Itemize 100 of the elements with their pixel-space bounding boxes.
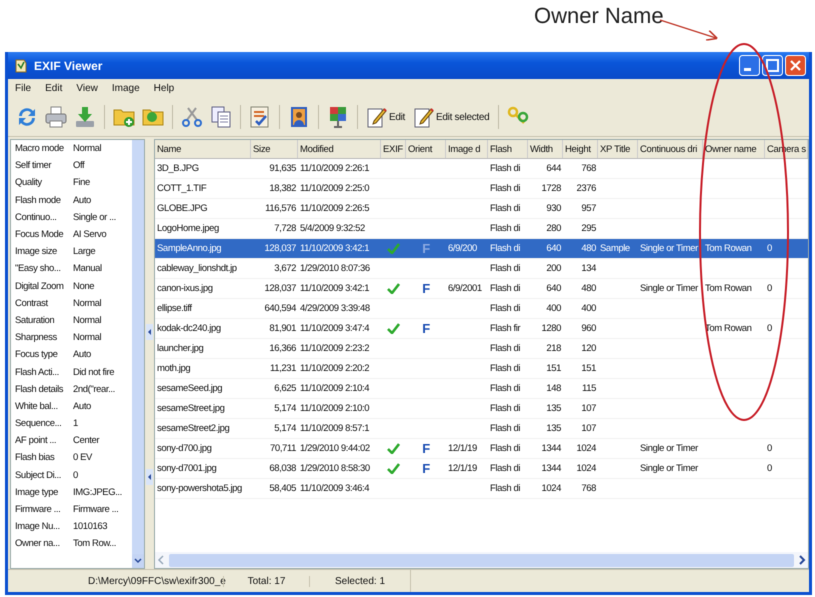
property-value: Auto: [73, 400, 92, 412]
table-cell-text: 1024: [575, 462, 598, 476]
table-cell-text: Flash di: [489, 422, 522, 436]
table-cell-text: 0: [766, 322, 773, 336]
property-value: Off: [73, 160, 86, 172]
table-cell-text: 1344: [540, 442, 562, 456]
column-header[interactable]: Flash: [488, 140, 528, 158]
table-cell-text: 11/10/2009 2:23:2: [299, 342, 370, 356]
table-cell-text: Flash di: [489, 482, 522, 496]
table-cell-text: 58,405: [268, 482, 297, 496]
table-cell-text: 128,037: [263, 282, 297, 296]
table-cell-text: 107: [580, 402, 597, 416]
column-header[interactable]: Orient: [406, 140, 446, 158]
table-cell-text: 70,711: [269, 442, 297, 456]
column-header[interactable]: EXIF: [381, 140, 406, 158]
table-cell-text: sony-powershota5.jpg: [156, 482, 243, 496]
scrollbar[interactable]: [132, 140, 144, 568]
table-row[interactable]: COTT_1.TIF 18,382 11/10/2009 2:25:0 Flash di 1728 2376: [155, 179, 808, 199]
table-cell-text: 11/10/2009 2:10:4: [299, 382, 370, 396]
property-value: Normal: [73, 314, 102, 326]
table-cell-text: 480: [580, 242, 597, 256]
column-header[interactable]: Width: [528, 140, 563, 158]
edit-button[interactable]: Edit selected: [412, 106, 492, 128]
copy-icon[interactable]: [209, 105, 233, 129]
table-cell-text: 1/29/2010 9:44:02: [299, 442, 371, 456]
property-name: Continuo...: [14, 212, 58, 223]
table-row[interactable]: sesameStreet.jpg 5,174 11/10/2009 2:10:0 Flash di 135 107: [155, 399, 808, 419]
printer-icon[interactable]: [44, 105, 68, 129]
table-row[interactable]: cableway_lionshdt.jp 3,672 1/29/2010 8:07:36 Flash di 200 134: [155, 259, 808, 279]
property-value: Single or ...: [73, 212, 117, 223]
table-cell-text: 768: [580, 162, 597, 176]
table-cell-text: 957: [580, 202, 597, 216]
table-row[interactable]: GLOBE.JPG 116,576 11/10/2009 2:26:5 Flash di 930 957: [155, 199, 808, 219]
column-header[interactable]: Name: [155, 140, 251, 158]
menu-item[interactable]: Edit: [45, 83, 62, 94]
property-name: Flash details: [14, 384, 64, 395]
table-cell-text: 480: [580, 282, 597, 296]
table-cell-text: Single or Timer: [639, 442, 700, 456]
table-row[interactable]: launcher.jpg 16,366 11/10/2009 2:23:2 Flash di 218 120: [155, 339, 808, 359]
app-icon: [14, 58, 28, 72]
property-name: Contrast: [14, 298, 49, 309]
table-row[interactable]: moth.jpg 11,231 11/10/2009 2:20:2 Flash di 151 151: [155, 359, 808, 379]
table-cell-text: cableway_lionshdt.jp: [156, 262, 238, 276]
collapse-left-icon[interactable]: [146, 324, 153, 340]
scrollbar-thumb[interactable]: [169, 554, 794, 566]
table-row[interactable]: ellipse.tiff 640,594 4/29/2009 3:39:48 Flash di 400 400: [155, 299, 808, 319]
table-cell-text: 768: [580, 482, 597, 496]
window-title: EXIF Viewer: [34, 58, 102, 72]
column-header[interactable]: Owner name: [703, 140, 765, 158]
column-header[interactable]: Modified: [298, 140, 381, 158]
table-row[interactable]: sesameStreet2.jpg 5,174 11/10/2009 8:57:1 Flash di 135 107: [155, 419, 808, 439]
table-row[interactable]: sesameSeed.jpg 6,625 11/10/2009 2:10:4 Flash di 148 115: [155, 379, 808, 399]
column-header[interactable]: Height: [563, 140, 598, 158]
property-name: Sharpness: [14, 332, 58, 344]
property-value: 0: [73, 470, 79, 481]
table-cell-text: 2376: [575, 182, 597, 196]
table-cell-text: kodak-dc240.jpg: [156, 322, 222, 336]
property-name: Saturation: [14, 314, 56, 326]
property-value: AI Servo: [73, 229, 108, 240]
table-cell-text: 11/10/2009 3:42:1: [299, 242, 370, 256]
menu-item[interactable]: Help: [154, 83, 174, 94]
property-name: Owner na...: [14, 538, 61, 550]
table-cell-text: F: [421, 440, 431, 458]
table-row[interactable]: 3D_B.JPG 91,635 11/10/2009 2:26:1 Flash di 644 768: [155, 159, 808, 179]
menu-item[interactable]: File: [15, 83, 32, 94]
column-header[interactable]: XP Title: [598, 140, 638, 158]
table-row[interactable]: SampleAnno.jpg 128,037 11/10/2009 3:42:1 F 6/9/200 Flash di 640 480 Sample Single or Timer Tom Rowan 0: [155, 239, 808, 259]
maximize-icon[interactable]: [762, 55, 783, 76]
close-icon[interactable]: [785, 55, 806, 76]
table-cell-text: 6/9/200: [447, 242, 478, 256]
column-header[interactable]: Continuous dri: [638, 140, 703, 158]
table-cell-text: 128,037: [263, 242, 297, 256]
column-header[interactable]: Image d: [446, 140, 488, 158]
table-cell-text: Sample: [599, 242, 631, 256]
property-value: Center: [73, 435, 100, 446]
menu-item[interactable]: View: [76, 83, 98, 94]
scissors-icon[interactable]: [180, 105, 204, 129]
table-cell-text: Flash di: [489, 462, 522, 476]
annotation-label: Owner Name: [534, 3, 664, 29]
table-cell-text: 107: [580, 422, 597, 436]
menu-item[interactable]: Image: [112, 83, 140, 94]
minimize-icon[interactable]: [739, 55, 760, 76]
edit-button[interactable]: Edit: [365, 106, 408, 128]
collapse-left-icon[interactable]: [146, 468, 153, 484]
property-value: 1: [73, 418, 79, 430]
table-row[interactable]: sony-d7001.jpg 68,038 1/29/2010 8:58:30 F 12/1/19 Flash di 1344 1024 Single or Timer 0: [155, 459, 808, 479]
table-cell-text: 11/10/2009 8:57:1: [299, 422, 370, 436]
property-name: Image size: [14, 246, 58, 258]
download-icon[interactable]: [73, 105, 97, 129]
table-row[interactable]: canon-ixus.jpg 128,037 11/10/2009 3:42:1 F 6/9/2001 Flash di 640 480 Single or Timer Tom Rowan 0: [155, 279, 808, 299]
table-row[interactable]: sony-d700.jpg 70,711 1/29/2010 9:44:02 F 12/1/19 Flash di 1344 1024 Single or Timer 0: [155, 439, 808, 459]
property-value: Firmware ...: [73, 504, 120, 516]
table-cell-text: Tom Rowan: [704, 282, 753, 296]
column-header[interactable]: Size: [251, 140, 298, 158]
table-row[interactable]: sony-powershota5.jpg 58,405 11/10/2009 3:46:4 Flash di 1024 768: [155, 479, 808, 499]
horizontal-scrollbar[interactable]: [155, 552, 808, 568]
table-cell-text: Single or Timer: [639, 282, 700, 296]
table-cell-text: F: [421, 240, 431, 258]
table-cell-text: Tom Rowan: [704, 242, 753, 256]
property-name: Image type: [14, 486, 59, 498]
